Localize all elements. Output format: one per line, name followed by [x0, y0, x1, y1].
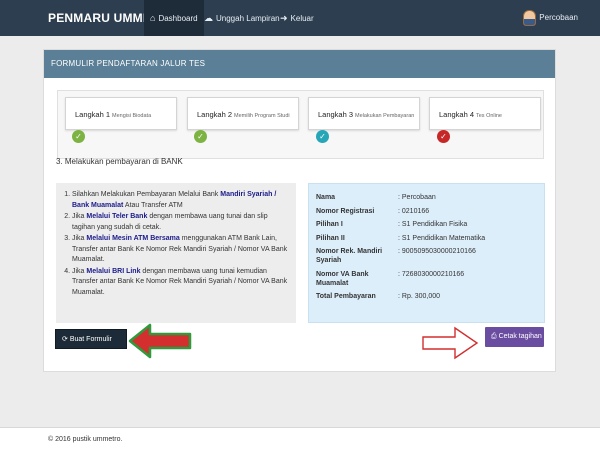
home-icon: ⌂: [150, 13, 156, 23]
info-row: Nama: Percobaan: [316, 194, 436, 201]
refresh-icon: ⟳: [62, 336, 68, 343]
copyright-text: © 2016 pustik ummetro.: [48, 436, 123, 443]
steps-wizard: Langkah 1 Mengisi Biodata ✓ Langkah 2 Me…: [57, 90, 544, 159]
step-3: Langkah 3 Melakukan Pembayaran: [308, 97, 420, 130]
nav-dashboard[interactable]: ⌂ Dashboard: [144, 0, 204, 36]
info-row: Pilihan II: S1 Pendidikan Matematika: [316, 234, 486, 242]
section-title: 3. Melakukan pembayaran di BANK: [56, 157, 183, 166]
top-navbar: PENMARU UMMETRO ⌂ Dashboard ☁ Unggah Lampi…: [0, 0, 600, 36]
new-form-button[interactable]: ⟳ Buat Formulir Baru: [55, 329, 127, 363]
upload-icon: ☁: [204, 13, 213, 23]
instruction-item: Jika Melalui BRI Link dengan membawa uan…: [72, 267, 290, 299]
green-red-arrow-annotation: [128, 323, 192, 359]
avatar: [523, 10, 537, 26]
step-2: Langkah 2 Memilih Program Studi: [187, 97, 299, 130]
registration-info: Nama: Percobaan Nomor Registrasi: 021016…: [308, 183, 545, 323]
user-menu[interactable]: Percobaan: [523, 0, 578, 36]
step-4: Langkah 4 Tes Online: [429, 97, 541, 130]
instruction-item: Jika Melalui Mesin ATM Bersama menggunak…: [72, 234, 290, 266]
user-name: Percobaan: [539, 13, 578, 22]
check-icon: ✓: [194, 130, 207, 143]
outline-arrow-annotation: [422, 326, 479, 360]
instruction-item: Silahkan Melakukan Pembayaran Melalui Ba…: [72, 190, 290, 211]
print-icon: ⎙: [491, 333, 497, 340]
registration-panel: FORMULIR PENDAFTARAN JALUR TES Langkah 1…: [43, 49, 556, 372]
info-row: Nomor Rek. Mandiri Syariah: 900509503000…: [316, 248, 476, 264]
info-row: Total Pembayaran: Rp. 300,000: [316, 293, 441, 300]
check-icon: ✓: [316, 130, 329, 143]
logout-icon: ➜: [280, 13, 288, 23]
print-bill-button[interactable]: ⎙ Cetak tagihan: [485, 327, 544, 347]
panel-title: FORMULIR PENDAFTARAN JALUR TES: [44, 50, 555, 78]
info-row: Nomor Registrasi: 0210166: [316, 207, 430, 215]
footer: © 2016 pustik ummetro.: [0, 427, 600, 450]
step-1: Langkah 1 Mengisi Biodata: [65, 97, 177, 130]
info-row: Pilihan I: S1 Pendidikan Fisika: [316, 221, 468, 228]
payment-instructions: Silahkan Melakukan Pembayaran Melalui Ba…: [56, 183, 296, 323]
check-icon: ✓: [72, 130, 85, 143]
nav-unggah-lampiran[interactable]: ☁ Unggah Lampiran: [198, 0, 286, 36]
instruction-item: Jika Melalui Teler Bank dengan membawa u…: [72, 212, 290, 233]
info-row: Nomor VA Bank Muamalat: 7268030000210166: [316, 270, 465, 287]
check-icon: ✓: [437, 130, 450, 143]
nav-keluar[interactable]: ➜ Keluar: [274, 0, 320, 36]
